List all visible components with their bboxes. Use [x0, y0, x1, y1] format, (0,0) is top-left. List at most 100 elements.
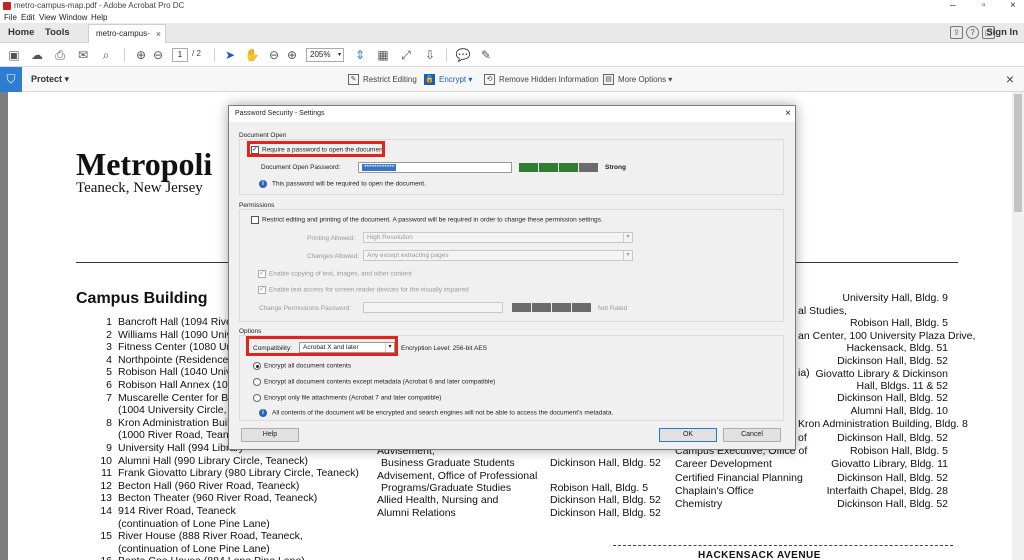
help-button[interactable]: Help — [241, 428, 299, 442]
compatibility-select[interactable]: Acrobat X and later ▾ — [299, 342, 395, 353]
full-screen-icon[interactable]: ⤢ — [398, 47, 414, 63]
map-street-line — [613, 545, 953, 547]
change-permissions-password-input[interactable] — [363, 302, 503, 313]
restrict-editing-button[interactable]: ✎ Restrict Editing — [348, 67, 417, 92]
comment-icon[interactable]: 💬 — [455, 47, 471, 63]
close-protect-icon[interactable]: × — [1006, 67, 1014, 92]
email-icon[interactable]: ✉ — [75, 47, 91, 63]
vertical-scrollbar[interactable] — [1012, 92, 1024, 560]
directory-entry: Chaplain's Office — [675, 485, 754, 497]
read-mode-icon[interactable]: ⇩ — [422, 47, 438, 63]
tab-home[interactable]: Home — [8, 23, 34, 43]
zoom-out-icon[interactable]: ⊖ — [266, 47, 282, 63]
restrict-editing-icon: ✎ — [348, 74, 359, 86]
encrypt-attachments-label: Encrypt only file attachments (Acrobat 7… — [264, 394, 442, 402]
encrypt-all-radio-row[interactable]: Encrypt all document contents — [253, 362, 351, 370]
encrypt-button[interactable]: 🔒 Encrypt ▾ — [424, 67, 472, 92]
ok-button[interactable]: OK — [659, 428, 717, 442]
printing-allowed-select[interactable]: High Resolution ▾ — [363, 232, 633, 243]
menu-view[interactable]: View — [39, 13, 56, 22]
page-up-icon[interactable]: ⊕ — [133, 47, 149, 63]
directory-entry: of — [798, 432, 807, 444]
menu-file[interactable]: File — [4, 13, 17, 22]
restrict-editing-checkbox[interactable] — [251, 216, 259, 224]
cancel-button[interactable]: Cancel — [723, 428, 781, 442]
select-cursor-icon[interactable]: ➤ — [222, 47, 238, 63]
directory-location: Dickinson Hall, Bldg. 52 — [550, 457, 661, 470]
enable-screen-reader-checkbox-row[interactable]: ✓ Enable text access for screen reader de… — [258, 286, 469, 294]
encrypt-except-metadata-radio-row[interactable]: Encrypt all document contents except met… — [253, 378, 495, 386]
encrypt-all-radio[interactable] — [253, 362, 261, 370]
password-note-row: i This password will be required to open … — [259, 180, 426, 188]
menu-window[interactable]: Window — [59, 13, 87, 22]
chevron-down-icon: ▾ — [337, 52, 341, 58]
directory-entry: an Center, 100 University Plaza Drive, — [798, 330, 976, 342]
close-window-icon[interactable]: × — [1010, 0, 1016, 11]
more-options-button[interactable]: ▤ More Options ▾ — [603, 67, 672, 92]
require-password-checkbox[interactable]: ✓ — [251, 146, 259, 154]
page-count: / 2 — [192, 49, 201, 58]
maximize-icon[interactable]: ▫ — [982, 0, 986, 11]
directory-location: Interfaith Chapel, Bldg. 28 — [826, 485, 948, 497]
building-entry: Banta Coe House (884 Lone Pine Lane) — [118, 555, 305, 560]
enable-copying-checkbox[interactable]: ✓ — [258, 270, 266, 278]
cloud-upload-icon[interactable]: ☁ — [29, 47, 45, 63]
encrypt-attachments-radio[interactable] — [253, 394, 261, 402]
changes-allowed-label: Changes Allowed: — [307, 253, 360, 260]
hand-tool-icon[interactable]: ✋ — [244, 47, 260, 63]
options-note: All contents of the document will be enc… — [272, 409, 614, 417]
scrollbar-thumb[interactable] — [1014, 94, 1022, 212]
building-number: 11 — [101, 467, 112, 480]
share-icon[interactable]: ⇪ — [950, 26, 963, 39]
strength-segment — [532, 303, 551, 312]
scrolling-mode-icon[interactable]: ▦ — [375, 47, 391, 63]
building-number: 7 — [106, 391, 112, 404]
zoom-in-icon[interactable]: ⊕ — [284, 47, 300, 63]
highlight-pen-icon[interactable]: ✎ — [478, 47, 494, 63]
toolbar-separator — [214, 48, 215, 62]
print-icon[interactable]: ⎙ — [52, 47, 68, 63]
enable-copying-checkbox-row[interactable]: ✓ Enable copying of text, images, and oth… — [258, 270, 412, 278]
dialog-close-icon[interactable]: × — [785, 106, 791, 122]
document-open-password-input[interactable]: ************ — [358, 162, 512, 173]
require-password-checkbox-row[interactable]: ✓ Require a password to open the document — [251, 146, 385, 154]
minimize-icon[interactable]: – — [950, 0, 956, 11]
restrict-editing-checkbox-row[interactable]: Restrict editing and printing of the doc… — [251, 216, 603, 224]
protect-menu[interactable]: Protect ▾ — [31, 67, 69, 92]
search-icon[interactable]: ⌕ — [98, 47, 114, 63]
strength-segment — [519, 163, 538, 172]
remove-hidden-info-button[interactable]: ⟲ Remove Hidden Information — [484, 67, 599, 92]
sign-in-button[interactable]: Sign In — [986, 23, 1018, 43]
encrypt-except-metadata-radio[interactable] — [253, 378, 261, 386]
building-number: 16 — [96, 555, 112, 560]
fit-page-icon[interactable]: ⇕ — [352, 47, 368, 63]
directory-location: Dickinson Hall, Bldg. 52 — [550, 506, 661, 519]
close-tab-icon[interactable]: × — [156, 25, 161, 43]
changes-allowed-value: Any except extracting pages — [367, 252, 449, 259]
page-number-input[interactable]: 1 — [172, 48, 188, 62]
changes-allowed-select[interactable]: Any except extracting pages ▾ — [363, 250, 633, 261]
save-icon[interactable]: ▣ — [6, 47, 22, 63]
encrypt-except-metadata-label: Encrypt all document contents except met… — [264, 378, 496, 386]
page-down-icon[interactable]: ⊖ — [150, 47, 166, 63]
restrict-editing-label: Restrict editing and printing of the doc… — [262, 216, 603, 224]
tab-tools[interactable]: Tools — [45, 23, 70, 43]
zoom-select[interactable]: 205% ▾ — [306, 48, 344, 62]
enable-screen-reader-checkbox[interactable]: ✓ — [258, 286, 266, 294]
directory-location: Dickinson Hall, Bldg. 52 — [837, 355, 948, 367]
building-number: 1 — [106, 316, 112, 328]
strength-segment — [512, 303, 531, 312]
encrypt-label: Encrypt — [439, 75, 467, 84]
directory-location: Dickinson Hall, Bldg. 52 — [837, 472, 948, 484]
directory-location: Giovatto Library, Bldg. 11 — [831, 458, 948, 470]
encrypt-attachments-radio-row[interactable]: Encrypt only file attachments (Acrobat 7… — [253, 394, 441, 402]
building-number: 13 — [100, 492, 112, 505]
menu-help[interactable]: Help — [91, 13, 107, 22]
help-icon[interactable]: ? — [966, 26, 979, 39]
tab-document[interactable]: metro-campus-ma... × — [88, 24, 166, 56]
building-number: 15 — [100, 530, 112, 543]
directory-entry: al Studies, — [798, 305, 848, 317]
menu-edit[interactable]: Edit — [21, 13, 35, 22]
directory-entry: Kron Administration Building, Bldg. 8 — [798, 418, 968, 430]
main-toolbar: ▣ ☁ ⎙ ✉ ⌕ ⊕ ⊖ 1 / 2 ➤ ✋ ⊖ ⊕ 205% ▾ ⇕ ▦ ⤢… — [0, 43, 1024, 67]
